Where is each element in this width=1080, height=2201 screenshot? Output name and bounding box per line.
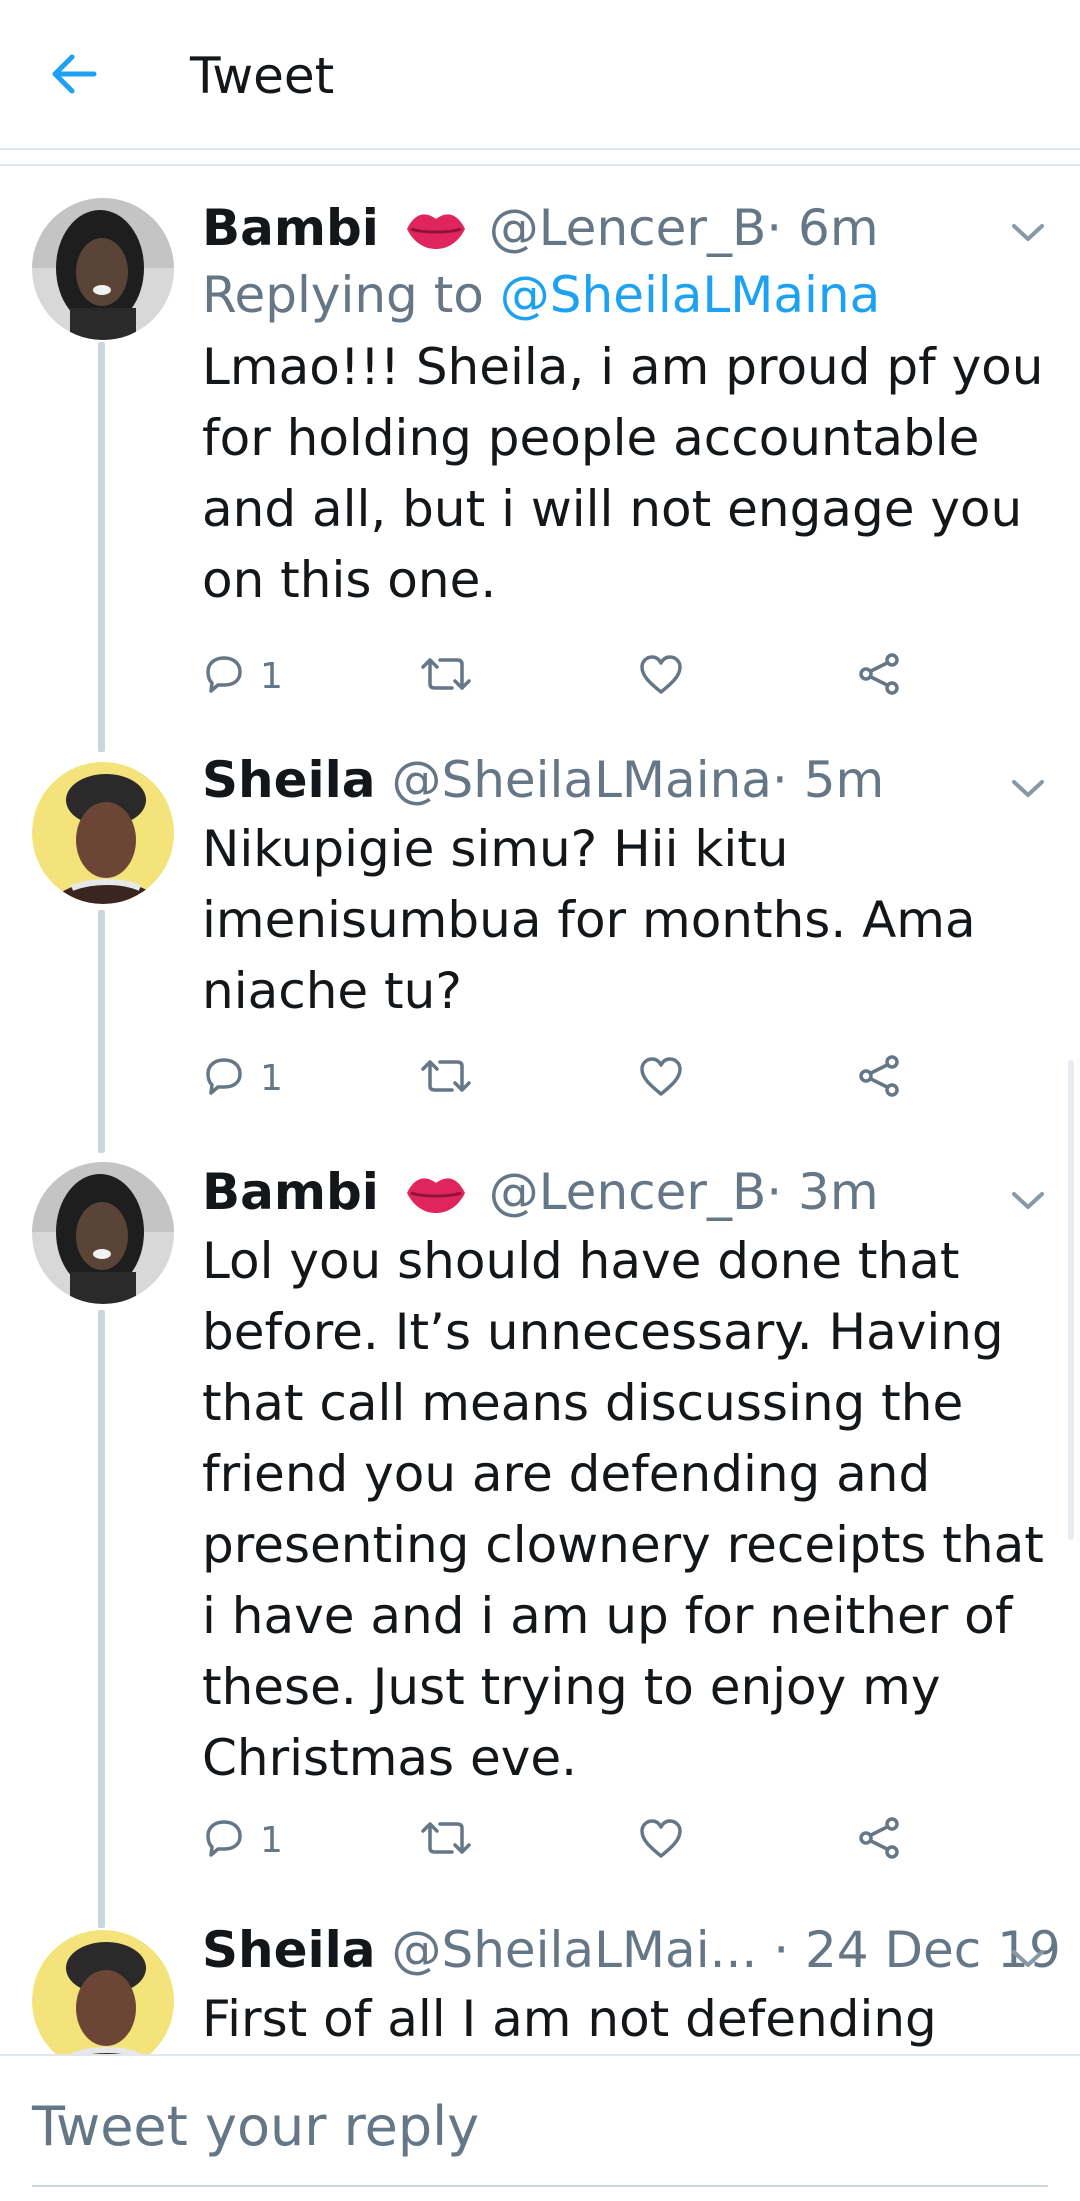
back-arrow-icon[interactable] [46,46,102,102]
retweet-icon [418,1816,474,1864]
tweet-text: Lmao!!! Sheila, i am proud pf you for ho… [202,338,1044,609]
tweet-time: · 5m [771,751,885,809]
avatar[interactable] [32,1162,174,1304]
chevron-down-icon[interactable] [1008,218,1048,246]
like-icon [638,1054,684,1102]
thread-line [98,910,105,1153]
retweet-icon [418,1054,474,1102]
avatar[interactable] [32,762,174,904]
like-icon [638,1816,684,1864]
reply-icon [202,1816,246,1864]
reply-button[interactable]: 1 [202,1048,283,1108]
author-handle[interactable]: @SheilaLMaina [391,751,771,809]
reply-input[interactable]: Tweet your reply [32,2092,479,2162]
tweet-text: First of all I am not defending [202,1990,937,2048]
page-title: Tweet [190,47,335,105]
retweet-button[interactable] [418,1048,474,1108]
author-name[interactable]: Bambi [202,1163,379,1221]
share-icon [856,1816,902,1864]
reply-button[interactable]: 1 [202,646,283,706]
like-icon [638,652,684,700]
author-name[interactable]: Sheila [202,1921,376,1979]
avatar[interactable] [32,198,174,340]
thread-line [98,1310,105,1928]
share-button[interactable] [856,1048,902,1108]
thread-line [98,342,105,752]
share-button[interactable] [856,1810,902,1870]
mention-link[interactable]: @SheilaLMaina [500,266,880,324]
author-name[interactable]: Sheila [202,751,376,809]
like-button[interactable] [638,646,684,706]
replying-to: Replying to @SheilaLMaina [202,266,881,324]
reply-count: 1 [260,655,283,697]
chevron-down-icon[interactable] [1008,774,1048,802]
reply-icon [202,652,246,700]
reply-composer[interactable]: Tweet your reply [0,2054,1080,2201]
tweet-time: · 3m [766,1163,879,1221]
like-button[interactable] [638,1048,684,1108]
tweet-actions: 1 [202,646,922,706]
top-bar: Tweet [0,0,1080,150]
input-underline [32,2185,1048,2187]
kiss-lips-icon [406,1178,465,1213]
tweet-text: Nikupigie simu? Hii kitu imenisumbua for… [202,820,976,1020]
share-icon [856,652,902,700]
tweet-time: · 6m [766,199,879,257]
author-handle[interactable]: @SheilaLMai... [391,1921,757,1979]
chevron-down-icon[interactable] [1008,1186,1048,1214]
tweet-actions: 1 [202,1810,922,1870]
retweet-button[interactable] [418,1810,474,1870]
scrollbar[interactable] [1068,1060,1074,1540]
divider [0,164,1080,166]
author-handle[interactable]: @Lencer_B [489,1163,767,1221]
reply-icon [202,1054,246,1102]
avatar[interactable] [32,1930,174,2054]
reply-count: 1 [260,1819,283,1861]
share-icon [856,1054,902,1102]
like-button[interactable] [638,1810,684,1870]
retweet-button[interactable] [418,646,474,706]
tweet-text: Lol you should have done that before. It… [202,1232,1044,1787]
share-button[interactable] [856,646,902,706]
kiss-lips-icon [406,214,465,249]
retweet-icon [418,652,474,700]
author-handle[interactable]: @Lencer_B [489,199,767,257]
reply-button[interactable]: 1 [202,1810,283,1870]
reply-count: 1 [260,1057,283,1099]
author-name[interactable]: Bambi [202,199,379,257]
chevron-down-icon[interactable] [1008,1944,1048,1972]
tweet[interactable]: Sheila @SheilaLMai... · 24 Dec 19 First … [0,1918,1080,2054]
tweet-actions: 1 [202,1048,922,1108]
